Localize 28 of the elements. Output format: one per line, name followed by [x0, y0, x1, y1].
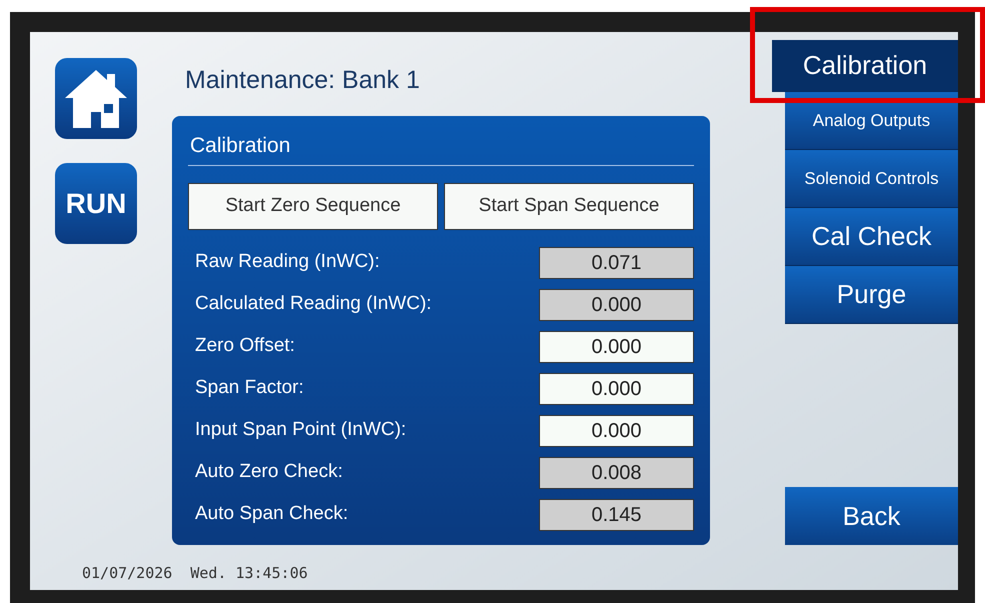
readout-field: 0.071	[539, 246, 694, 278]
readout-field: 0.145	[539, 498, 694, 530]
run-button[interactable]: RUN	[55, 163, 137, 244]
home-button[interactable]	[55, 58, 137, 139]
sequence-button[interactable]: Start Zero Sequence	[188, 182, 438, 230]
sequence-button[interactable]: Start Span Sequence	[444, 182, 694, 230]
page-title: Maintenance: Bank 1	[184, 65, 421, 96]
field-label: Calculated Reading (InWC):	[194, 292, 433, 316]
nav-tab[interactable]: Solenoid Controls	[785, 150, 958, 208]
field-label: Auto Zero Check:	[194, 460, 344, 484]
date-time-text: 01/07/2026 Wed. 13:45:06	[81, 563, 309, 584]
panel-title: Calibration	[188, 130, 694, 166]
nav-tab[interactable]: Analog Outputs	[785, 92, 958, 150]
home-icon	[63, 68, 129, 130]
input-field[interactable]: 0.000	[539, 414, 694, 446]
field-label: Auto Span Check:	[194, 502, 350, 526]
input-field[interactable]: 0.000	[539, 330, 694, 362]
field-label: Span Factor:	[194, 376, 305, 400]
field-label: Input Span Point (InWC):	[194, 418, 408, 442]
nav-tab[interactable]: Purge	[785, 266, 958, 324]
field-label: Zero Offset:	[194, 334, 296, 358]
readout-field: 0.000	[539, 288, 694, 320]
readout-field: 0.008	[539, 456, 694, 488]
nav-tab[interactable]: Calibration	[772, 40, 958, 92]
field-label: Raw Reading (InWC):	[194, 250, 381, 274]
nav-tab[interactable]: Cal Check	[785, 208, 958, 266]
input-field[interactable]: 0.000	[539, 372, 694, 404]
back-button[interactable]: Back	[785, 487, 958, 545]
